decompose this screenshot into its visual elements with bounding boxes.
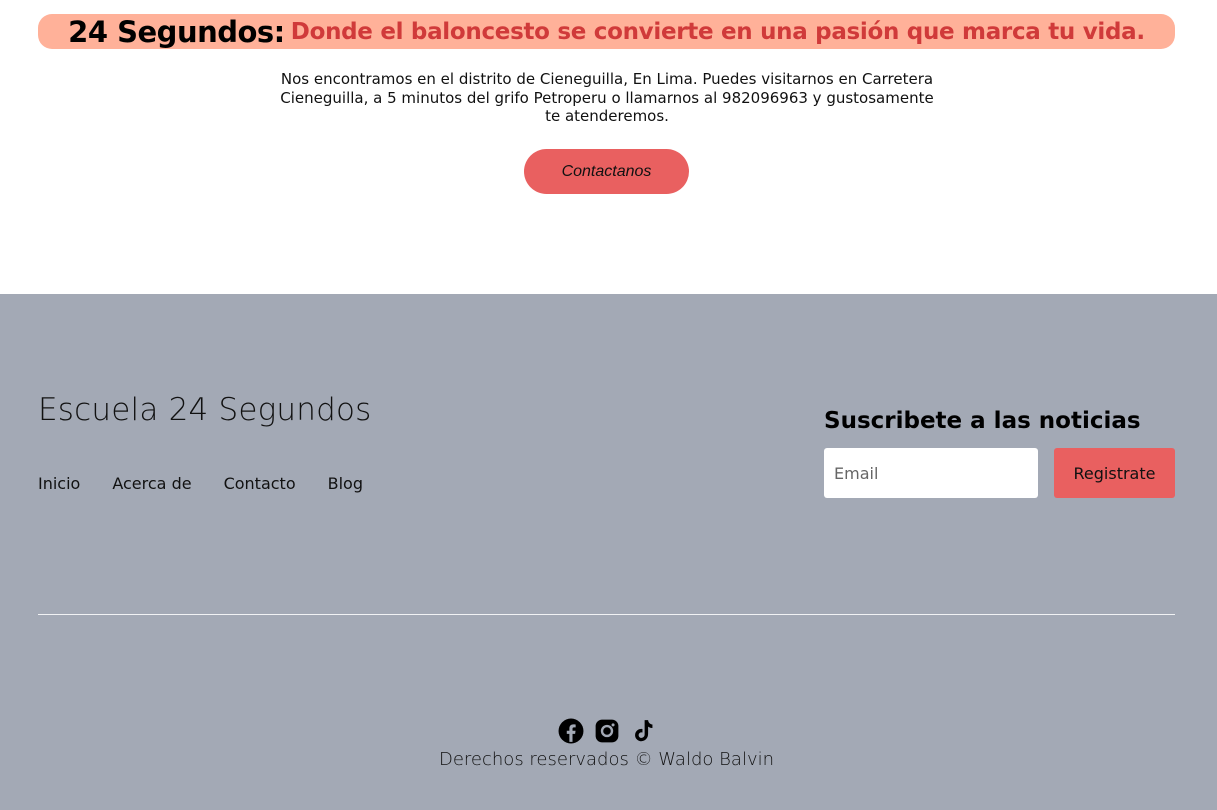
instagram-icon[interactable]: [594, 718, 620, 744]
email-field[interactable]: [824, 448, 1038, 498]
footer-brand: Escuela 24 Segundos: [38, 392, 372, 428]
footer-nav: Inicio Acerca de Contacto Blog: [38, 474, 363, 493]
social-links: [558, 718, 656, 744]
footer-divider: [38, 614, 1175, 615]
intro-text: Nos encontramos en el distrito de Cieneg…: [280, 70, 934, 125]
subscribe-title: Suscribete a las noticias: [824, 408, 1141, 434]
hero-banner: 24 Segundos: Donde el baloncesto se conv…: [38, 14, 1175, 49]
site-footer: Escuela 24 Segundos Inicio Acerca de Con…: [0, 294, 1217, 810]
tiktok-icon[interactable]: [630, 718, 656, 744]
hero-title: 24 Segundos:: [68, 14, 285, 49]
facebook-icon[interactable]: [558, 718, 584, 744]
nav-link-acerca-de[interactable]: Acerca de: [112, 474, 191, 493]
copyright-text: Derechos reservados © Waldo Balvin: [438, 749, 775, 770]
nav-link-inicio[interactable]: Inicio: [38, 474, 80, 493]
nav-link-contacto[interactable]: Contacto: [224, 474, 296, 493]
hero-tagline: Donde el baloncesto se convierte en una …: [290, 18, 1145, 45]
register-button[interactable]: Registrate: [1054, 448, 1175, 498]
nav-link-blog[interactable]: Blog: [328, 474, 363, 493]
contact-button[interactable]: Contactanos: [524, 149, 689, 194]
